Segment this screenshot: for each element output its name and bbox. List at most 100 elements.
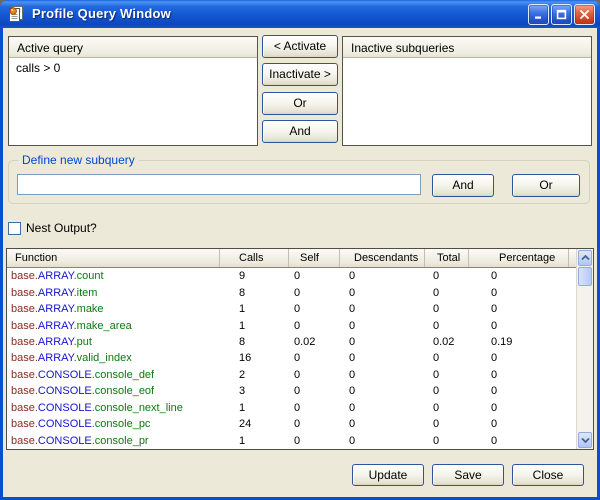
calls-cell: 16 bbox=[219, 352, 288, 364]
percentage-cell: 0 bbox=[468, 303, 576, 315]
column-header-filler bbox=[568, 249, 576, 267]
window-title: Profile Query Window bbox=[32, 6, 171, 21]
app-icon bbox=[7, 5, 25, 23]
function-cell: base.CONSOLE.console_def bbox=[7, 369, 219, 381]
table-row[interactable]: base.ARRAY.make_area10000 bbox=[7, 317, 576, 333]
maximize-button[interactable] bbox=[551, 4, 572, 25]
percentage-cell: 0 bbox=[468, 369, 576, 381]
and-button[interactable]: And bbox=[262, 120, 338, 143]
function-cell: base.ARRAY.make_area bbox=[7, 320, 219, 332]
total-cell: 0 bbox=[424, 385, 468, 397]
scroll-thumb[interactable] bbox=[578, 267, 592, 286]
total-cell: 0 bbox=[424, 435, 468, 447]
table-row[interactable]: base.CONSOLE.console_next_line10000 bbox=[7, 400, 576, 416]
percentage-cell: 0 bbox=[468, 402, 576, 414]
total-cell: 0 bbox=[424, 320, 468, 332]
percentage-cell: 0 bbox=[468, 418, 576, 430]
function-cell: base.CONSOLE.console_pr bbox=[7, 435, 219, 447]
descendants-cell: 0 bbox=[339, 369, 424, 381]
list-item[interactable]: calls > 0 bbox=[9, 58, 257, 75]
inactive-subqueries-header: Inactive subqueries bbox=[343, 37, 591, 58]
function-cell: base.ARRAY.put bbox=[7, 336, 219, 348]
table-row[interactable]: base.CONSOLE.console_pc240000 bbox=[7, 416, 576, 432]
active-query-list[interactable]: calls > 0 bbox=[9, 58, 257, 145]
table-row[interactable]: base.ARRAY.valid_index160000 bbox=[7, 350, 576, 366]
scroll-up-button[interactable] bbox=[578, 250, 592, 266]
descendants-cell: 0 bbox=[339, 270, 424, 282]
column-header-total[interactable]: Total bbox=[424, 249, 468, 267]
table-header: FunctionCallsSelfDescendantsTotalPercent… bbox=[7, 249, 576, 268]
descendants-cell: 0 bbox=[339, 352, 424, 364]
table-row[interactable]: base.ARRAY.put80.0200.020.19 bbox=[7, 334, 576, 350]
table-row[interactable]: base.CONSOLE.console_def20000 bbox=[7, 367, 576, 383]
calls-cell: 3 bbox=[219, 385, 288, 397]
minimize-icon bbox=[533, 9, 544, 20]
or-button[interactable]: Or bbox=[262, 92, 338, 115]
total-cell: 0 bbox=[424, 402, 468, 414]
self-cell: 0.02 bbox=[288, 336, 339, 348]
column-header-calls[interactable]: Calls bbox=[219, 249, 288, 267]
total-cell: 0.02 bbox=[424, 336, 468, 348]
calls-cell: 8 bbox=[219, 287, 288, 299]
subquery-and-button[interactable]: And bbox=[432, 174, 494, 197]
inactive-subqueries-panel: Inactive subqueries bbox=[342, 36, 592, 146]
table-row[interactable]: base.ARRAY.count90000 bbox=[7, 268, 576, 284]
percentage-cell: 0 bbox=[468, 320, 576, 332]
client-area: Active query calls > 0 < Activate Inacti… bbox=[3, 28, 597, 497]
nest-output-label: Nest Output? bbox=[26, 221, 97, 235]
update-button[interactable]: Update bbox=[352, 464, 424, 486]
nest-output-checkbox[interactable] bbox=[8, 222, 21, 235]
function-cell: base.ARRAY.item bbox=[7, 287, 219, 299]
title-bar[interactable]: Profile Query Window bbox=[0, 0, 600, 28]
table-row[interactable]: base.CONSOLE.console_eof30000 bbox=[7, 383, 576, 399]
self-cell: 0 bbox=[288, 402, 339, 414]
percentage-cell: 0 bbox=[468, 270, 576, 282]
self-cell: 0 bbox=[288, 352, 339, 364]
vertical-scrollbar[interactable] bbox=[576, 249, 593, 449]
table-row[interactable]: base.CONSOLE.console_pr10000 bbox=[7, 433, 576, 449]
activate-button[interactable]: < Activate bbox=[262, 35, 338, 58]
percentage-cell: 0 bbox=[468, 287, 576, 299]
scroll-down-button[interactable] bbox=[578, 432, 592, 448]
descendants-cell: 0 bbox=[339, 402, 424, 414]
self-cell: 0 bbox=[288, 435, 339, 447]
table-row[interactable]: base.ARRAY.item80000 bbox=[7, 284, 576, 300]
descendants-cell: 0 bbox=[339, 287, 424, 299]
subquery-or-button[interactable]: Or bbox=[512, 174, 580, 197]
self-cell: 0 bbox=[288, 270, 339, 282]
inactivate-button[interactable]: Inactivate > bbox=[262, 63, 338, 86]
self-cell: 0 bbox=[288, 320, 339, 332]
column-header-function[interactable]: Function bbox=[7, 249, 219, 267]
calls-cell: 1 bbox=[219, 320, 288, 332]
window-controls bbox=[528, 4, 595, 25]
self-cell: 0 bbox=[288, 418, 339, 430]
save-button[interactable]: Save bbox=[432, 464, 504, 486]
column-header-descendants[interactable]: Descendants bbox=[339, 249, 424, 267]
total-cell: 0 bbox=[424, 369, 468, 381]
scroll-down-icon bbox=[581, 437, 590, 443]
table-row[interactable]: base.ARRAY.make10000 bbox=[7, 301, 576, 317]
function-table: FunctionCallsSelfDescendantsTotalPercent… bbox=[6, 248, 594, 450]
inactive-subqueries-list[interactable] bbox=[343, 58, 591, 145]
calls-cell: 1 bbox=[219, 435, 288, 447]
maximize-icon bbox=[556, 9, 567, 20]
function-table-body: base.ARRAY.count90000base.ARRAY.item8000… bbox=[7, 268, 576, 449]
define-subquery-label: Define new subquery bbox=[18, 153, 139, 167]
close-button[interactable] bbox=[574, 4, 595, 25]
percentage-cell: 0.19 bbox=[468, 336, 576, 348]
inactive-subqueries-title: Inactive subqueries bbox=[351, 41, 454, 55]
function-cell: base.ARRAY.valid_index bbox=[7, 352, 219, 364]
column-header-self[interactable]: Self bbox=[288, 249, 339, 267]
self-cell: 0 bbox=[288, 287, 339, 299]
calls-cell: 2 bbox=[219, 369, 288, 381]
column-header-percentage[interactable]: Percentage bbox=[468, 249, 568, 267]
calls-cell: 8 bbox=[219, 336, 288, 348]
minimize-button[interactable] bbox=[528, 4, 549, 25]
percentage-cell: 0 bbox=[468, 385, 576, 397]
subquery-input[interactable] bbox=[17, 174, 421, 195]
close-action-button[interactable]: Close bbox=[512, 464, 584, 486]
percentage-cell: 0 bbox=[468, 435, 576, 447]
total-cell: 0 bbox=[424, 352, 468, 364]
percentage-cell: 0 bbox=[468, 352, 576, 364]
descendants-cell: 0 bbox=[339, 418, 424, 430]
